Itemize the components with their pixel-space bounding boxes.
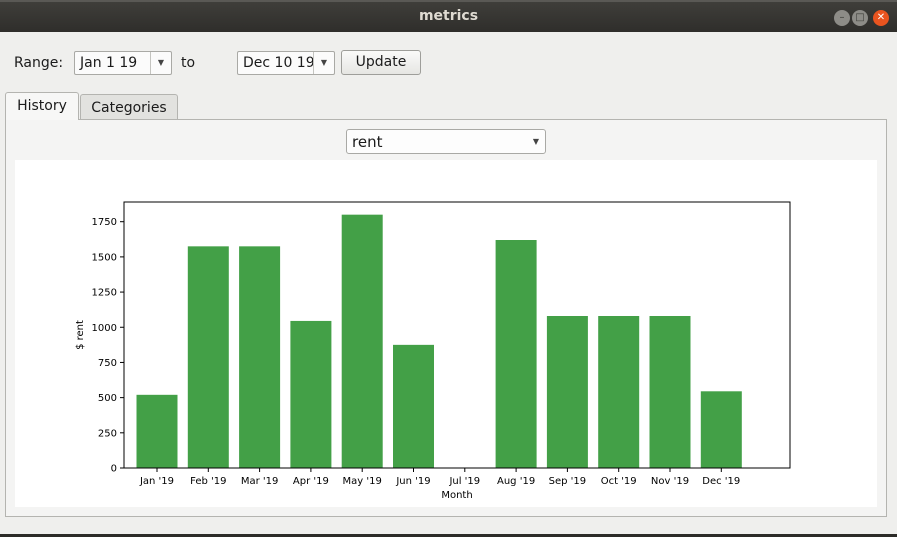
to-label: to (181, 55, 196, 71)
end-date-value: Dec 10 19 (243, 55, 315, 71)
window-titlebar: metrics – □ ✕ (0, 0, 897, 32)
start-date-value: Jan 1 19 (80, 55, 138, 71)
tab-categories[interactable]: Categories (80, 94, 178, 119)
x-tick-label: Nov '19 (651, 476, 689, 487)
x-tick-label: Oct '19 (601, 476, 637, 487)
x-tick-label: May '19 (343, 476, 382, 487)
end-date-combo[interactable]: Dec 10 19 ▼ (237, 51, 335, 75)
y-axis-label: $ rent (75, 320, 86, 350)
chart-bar (495, 240, 537, 468)
x-tick-label: Jan '19 (139, 476, 174, 487)
x-tick-label: Mar '19 (241, 476, 279, 487)
y-tick-label: 250 (98, 428, 117, 439)
chart-bar (136, 394, 178, 468)
close-icon[interactable]: ✕ (873, 10, 889, 26)
rent-bar-chart: Jan '19 Feb '19 Mar '19 Apr '19 May '19 Jun '… (75, 201, 791, 501)
category-select-value: rent (352, 133, 383, 151)
chart-bar (649, 316, 691, 468)
y-tick-label: 500 (98, 393, 117, 404)
range-label: Range: (14, 55, 64, 71)
x-tick-label: Feb '19 (190, 476, 226, 487)
minimize-icon[interactable]: – (834, 10, 850, 26)
y-tick-label: 0 (111, 464, 117, 475)
chart-bar (290, 320, 332, 468)
chart-bar (598, 316, 640, 468)
x-tick-label: Dec '19 (702, 476, 740, 487)
chart-bar (700, 391, 742, 468)
x-axis-label: Month (441, 490, 472, 501)
chart-bar (393, 344, 434, 468)
chart-bar (187, 246, 229, 468)
chart-canvas: Jan '19 Feb '19 Mar '19 Apr '19 May '19 Jun '… (15, 160, 877, 507)
y-tick-label: 1000 (92, 323, 117, 334)
x-tick-label: Sep '19 (549, 476, 587, 487)
chart-bar (341, 214, 383, 468)
chevron-down-icon[interactable]: ▼ (150, 52, 171, 74)
chart-bar (546, 316, 588, 468)
tab-history[interactable]: History (5, 92, 79, 120)
y-tick-label: 1250 (92, 288, 117, 299)
y-tick-label: 750 (98, 358, 117, 369)
y-tick-label: 1750 (92, 217, 117, 228)
x-tick-label: Apr '19 (293, 476, 329, 487)
chevron-down-icon[interactable]: ▼ (533, 133, 539, 151)
y-tick-label: 1500 (92, 252, 117, 263)
chevron-down-icon[interactable]: ▼ (313, 52, 334, 74)
x-tick-label: Jul '19 (448, 476, 480, 487)
window-title: metrics (418, 8, 479, 24)
update-button[interactable]: Update (341, 50, 421, 75)
maximize-icon[interactable]: □ (852, 10, 868, 26)
chart-bar (239, 246, 281, 468)
x-tick-label: Aug '19 (497, 476, 535, 487)
category-select[interactable]: rent ▼ (346, 129, 546, 154)
x-tick-label: Jun '19 (395, 476, 430, 487)
start-date-combo[interactable]: Jan 1 19 ▼ (74, 51, 172, 75)
